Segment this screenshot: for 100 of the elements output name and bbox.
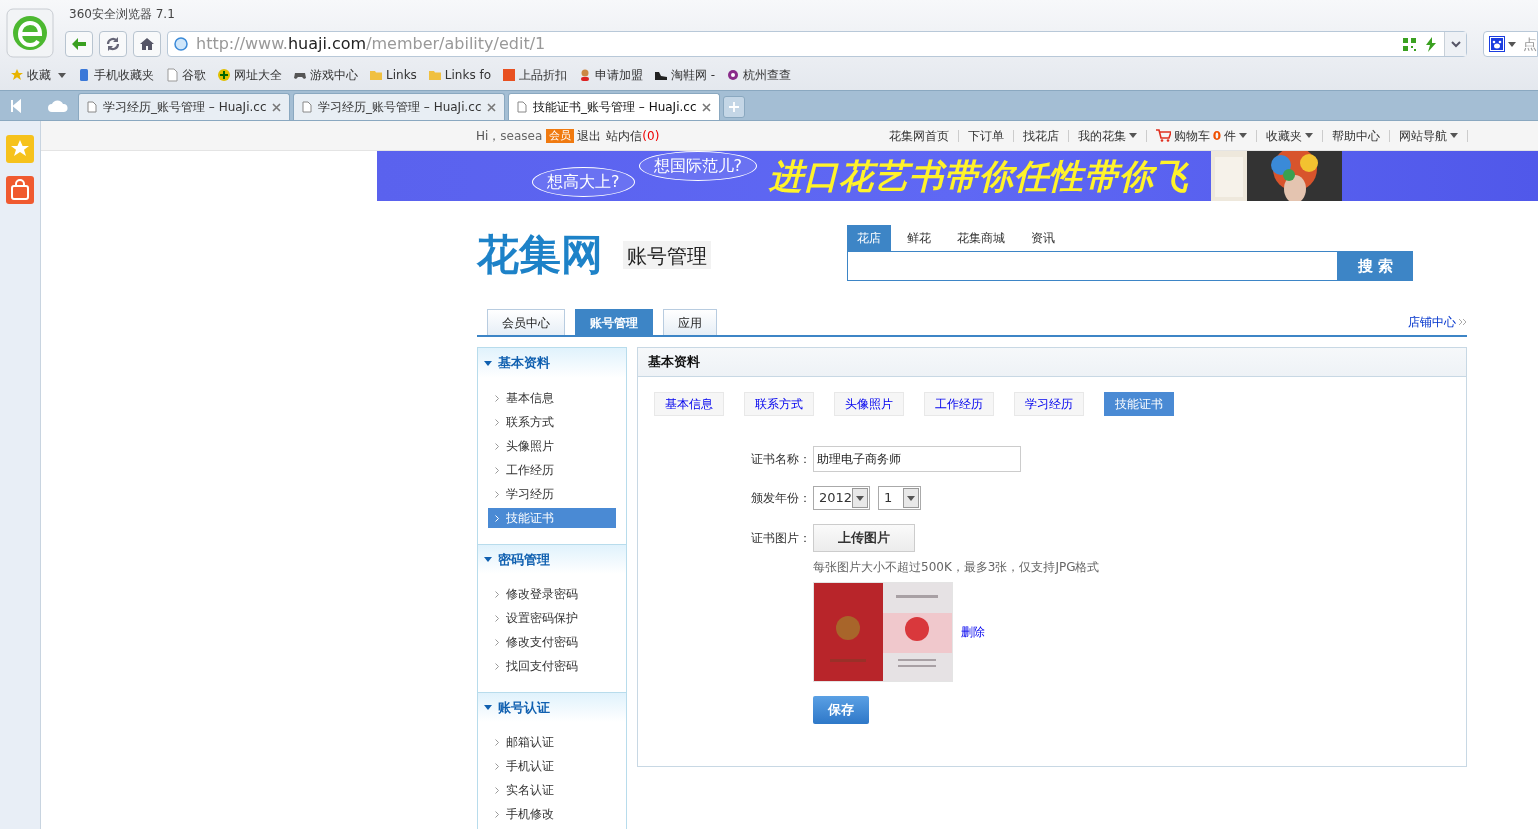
page-title: 账号管理 [623, 241, 711, 269]
chevron-icon [495, 810, 499, 818]
year-select[interactable]: 2012 [813, 486, 870, 510]
search-tab[interactable]: 花集商城 [947, 225, 1015, 251]
top-nav-link[interactable]: 网站导航 [1390, 126, 1467, 145]
bookmark-item[interactable]: 手机收藏夹 [77, 66, 154, 84]
sidebar-item[interactable]: 联系方式 [488, 412, 616, 432]
sidebar-section-header[interactable]: 密码管理 [478, 544, 626, 574]
top-nav-link[interactable]: 购物车 0 件 [1146, 126, 1256, 145]
sidebar-item[interactable]: 工作经历 [488, 460, 616, 480]
ad-banner[interactable]: 想高大上? 想国际范儿? 进口花艺书带你任性带你飞 [377, 151, 1538, 201]
bookmark-item[interactable]: 收藏 [10, 66, 66, 84]
dropdown-button[interactable] [1444, 32, 1466, 56]
sidebar-item[interactable]: 基本信息 [488, 388, 616, 408]
top-nav-link[interactable]: 找花店 [1013, 126, 1068, 145]
sidebar-section-header[interactable]: 账号认证 [478, 692, 626, 722]
browser-tab[interactable]: 技能证书_账号管理 – HuaJi.cc [508, 93, 720, 120]
folder-icon [427, 68, 442, 82]
bookmark-item[interactable]: 谷歌 [165, 66, 206, 84]
upload-button[interactable]: 上传图片 [813, 524, 915, 552]
chevron-icon [495, 466, 499, 474]
home-button[interactable] [133, 31, 161, 57]
nav-tab[interactable]: 账号管理 [575, 309, 653, 335]
bookmark-item[interactable]: 申请加盟 [578, 66, 644, 84]
search-field[interactable] [847, 251, 1338, 281]
home-icon [139, 37, 155, 51]
bookmark-item[interactable]: Links [369, 66, 417, 84]
top-nav-link[interactable]: 帮助中心 [1323, 126, 1389, 145]
page-icon [517, 101, 527, 113]
logout-link[interactable]: 退出 [577, 126, 602, 145]
bookmark-item[interactable]: Links fo [427, 66, 492, 84]
back-button[interactable] [65, 31, 93, 57]
page-icon [87, 101, 97, 113]
caret-icon [1508, 41, 1516, 47]
caret-icon [1128, 133, 1137, 138]
bookmark-item[interactable]: 网址大全 [217, 66, 282, 84]
top-nav-link[interactable]: 我的花集 [1068, 126, 1146, 145]
search-tab[interactable]: 资讯 [1021, 225, 1065, 251]
sidebar-item[interactable]: 邮箱认证 [488, 732, 616, 752]
page-icon [302, 101, 312, 113]
site-logo[interactable]: 花集网 [477, 229, 607, 309]
bookmark-item[interactable]: 淘鞋网 - [654, 66, 716, 84]
top-nav-link[interactable]: 花集网首页 [879, 126, 958, 145]
sub-tab[interactable]: 学习经历 [1014, 392, 1084, 416]
search-tab[interactable]: 花店 [847, 225, 891, 251]
sub-tab[interactable]: 联系方式 [744, 392, 814, 416]
sidebar-item[interactable]: 学习经历 [488, 484, 616, 504]
sidebar-section-header[interactable]: 基本资料 [478, 348, 626, 378]
caret-icon [58, 72, 66, 78]
sidebar-item[interactable]: 实名认证 [488, 780, 616, 800]
chevron-icon [495, 786, 499, 794]
sidebar-item[interactable]: 修改支付密码 [488, 632, 616, 652]
greeting-text: Hi，seasea [476, 127, 543, 145]
bookmark-item[interactable]: 上品折扣 [502, 66, 568, 84]
sidebar-item[interactable]: 手机认证 [488, 756, 616, 776]
sub-tab[interactable]: 技能证书 [1104, 392, 1174, 416]
delete-link[interactable]: 删除 [961, 623, 985, 641]
shopping-bag-icon[interactable] [6, 176, 34, 204]
sidebar-item[interactable]: 手机修改 [488, 804, 616, 824]
nav-tab[interactable]: 应用 [663, 309, 717, 335]
caret-icon [484, 705, 492, 710]
caret-icon [1239, 133, 1247, 138]
browser-tab[interactable]: 学习经历_账号管理 – HuaJi.cc [78, 93, 290, 120]
close-icon[interactable] [272, 102, 281, 112]
star-icon [10, 68, 24, 82]
page-icon [165, 68, 179, 82]
sidebar-item[interactable]: 头像照片 [488, 436, 616, 456]
new-tab-button[interactable] [723, 96, 745, 118]
close-icon[interactable] [487, 102, 496, 112]
sub-tab[interactable]: 头像照片 [834, 392, 904, 416]
back-arrow-icon [71, 37, 87, 51]
refresh-button[interactable] [99, 31, 127, 57]
sub-tab[interactable]: 基本信息 [654, 392, 724, 416]
sidebar-item[interactable]: 找回支付密码 [488, 656, 616, 676]
chevron-icon [495, 514, 499, 522]
month-select[interactable]: 1 [878, 486, 921, 510]
messages-link[interactable]: 站内信(0) [606, 126, 660, 145]
sidebar-item[interactable]: 设置密码保护 [488, 608, 616, 628]
sub-tab[interactable]: 工作经历 [924, 392, 994, 416]
speech-bubble: 想高大上? [532, 167, 635, 197]
bookmark-item[interactable]: 杭州查查 [726, 66, 792, 84]
caret-icon [856, 495, 865, 501]
chevron-icon [495, 662, 499, 670]
sidebar-item[interactable]: 修改登录密码 [488, 584, 616, 604]
nav-tab[interactable]: 会员中心 [487, 309, 565, 335]
search-tab[interactable]: 鲜花 [897, 225, 941, 251]
top-nav-link[interactable]: 收藏夹 [1257, 126, 1322, 145]
bookmark-item[interactable]: 游戏中心 [293, 66, 358, 84]
caret-icon [1305, 133, 1313, 138]
close-icon[interactable] [702, 102, 711, 112]
browser-tab[interactable]: 学习经历_账号管理 – HuaJi.cc [293, 93, 505, 120]
sidebar-item[interactable]: 技能证书 [488, 508, 616, 528]
top-nav-link[interactable]: 下订单 [958, 126, 1013, 145]
phone-icon [77, 68, 91, 82]
lightning-icon [1426, 36, 1436, 52]
certificate-name-field[interactable]: 助理电子商务师 [813, 446, 1021, 472]
shop-center-link[interactable]: 店铺中心 [1408, 313, 1467, 331]
search-hint: 点 [1523, 34, 1537, 54]
address-bar[interactable]: http://www.huaji.com/member/ability/edit/1 [167, 31, 1467, 57]
search-button[interactable]: 搜 索 [1338, 251, 1413, 281]
